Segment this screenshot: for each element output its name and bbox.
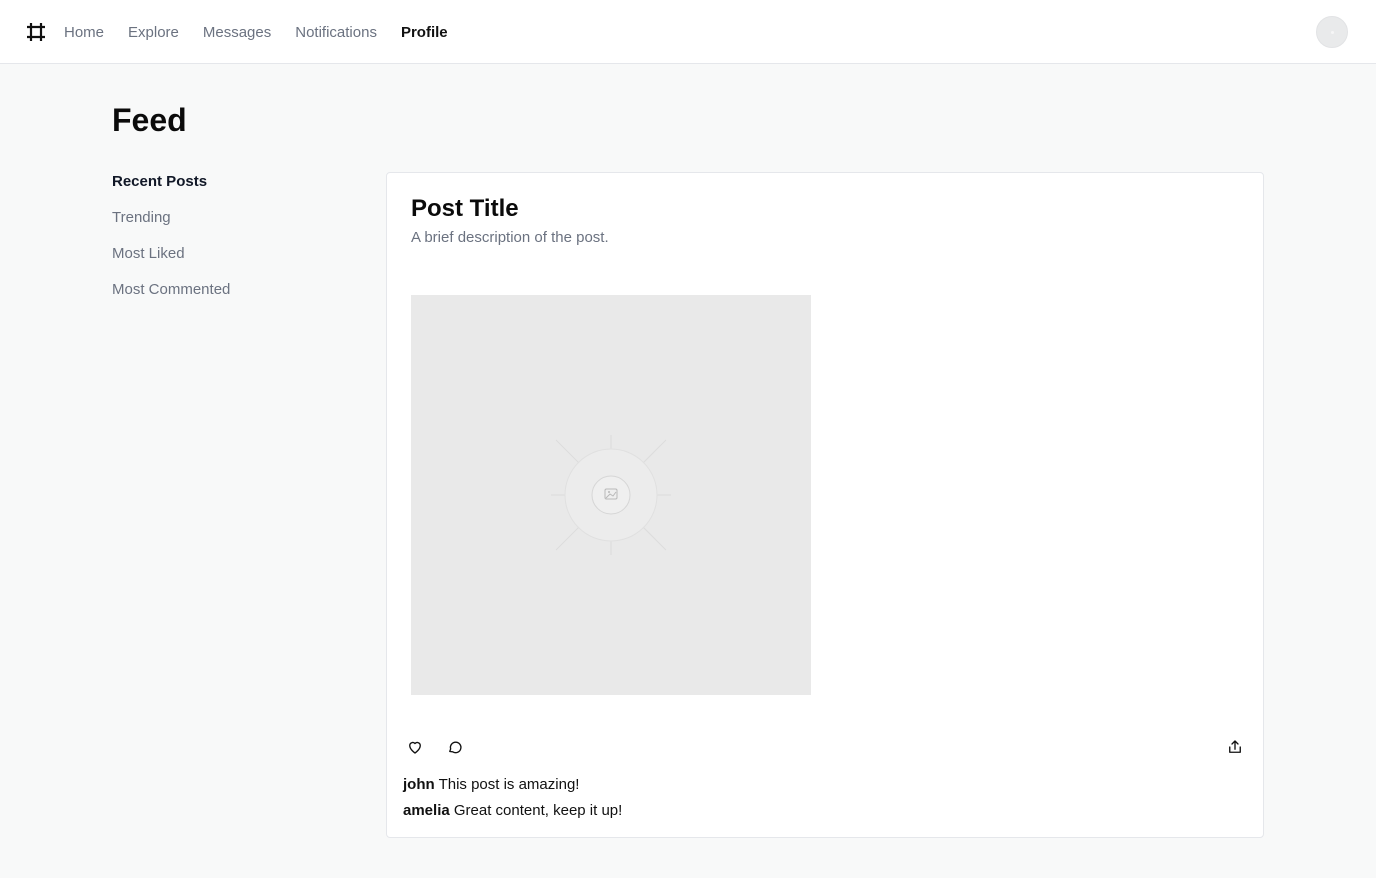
- sidebar-item-most-liked[interactable]: Most Liked: [112, 244, 332, 280]
- comment-username[interactable]: amelia: [403, 802, 450, 819]
- post-title: Post Title: [411, 195, 519, 222]
- sidebar-item-recent-posts[interactable]: Recent Posts: [112, 172, 332, 208]
- nav-explore[interactable]: Explore: [128, 24, 179, 41]
- post-card: Post Title A brief description of the po…: [386, 172, 1264, 838]
- nav-notifications[interactable]: Notifications: [295, 24, 377, 41]
- comment-icon: [449, 741, 462, 754]
- share-button[interactable]: [1223, 735, 1247, 759]
- comment-item: amelia Great content, keep it up!: [403, 801, 622, 827]
- sidebar-item-trending[interactable]: Trending: [112, 208, 332, 244]
- like-button[interactable]: [403, 735, 427, 759]
- main-nav: Home Explore Messages Notifications Prof…: [64, 0, 472, 64]
- comment-list: john This post is amazing! amelia Great …: [403, 775, 622, 827]
- comment-username[interactable]: john: [403, 776, 435, 793]
- heart-icon: [409, 741, 421, 754]
- page-title: Feed: [112, 102, 187, 138]
- avatar-icon[interactable]: [1316, 16, 1348, 48]
- comment-item: john This post is amazing!: [403, 775, 622, 801]
- nav-profile[interactable]: Profile: [401, 24, 448, 41]
- post-image-placeholder: [411, 295, 811, 695]
- nav-home[interactable]: Home: [64, 24, 104, 41]
- post-description: A brief description of the post.: [411, 229, 609, 246]
- sidebar-item-most-commented[interactable]: Most Commented: [112, 280, 332, 316]
- image-icon: [551, 435, 671, 555]
- hash-logo-icon[interactable]: [24, 20, 48, 44]
- top-navigation-bar: Home Explore Messages Notifications Prof…: [0, 0, 1376, 64]
- comment-text: This post is amazing!: [438, 776, 580, 793]
- comment-button[interactable]: [443, 735, 467, 759]
- nav-messages[interactable]: Messages: [203, 24, 271, 41]
- feed-filter-sidebar: Recent Posts Trending Most Liked Most Co…: [112, 172, 332, 316]
- share-icon: [1229, 740, 1241, 753]
- comment-text: Great content, keep it up!: [453, 802, 623, 819]
